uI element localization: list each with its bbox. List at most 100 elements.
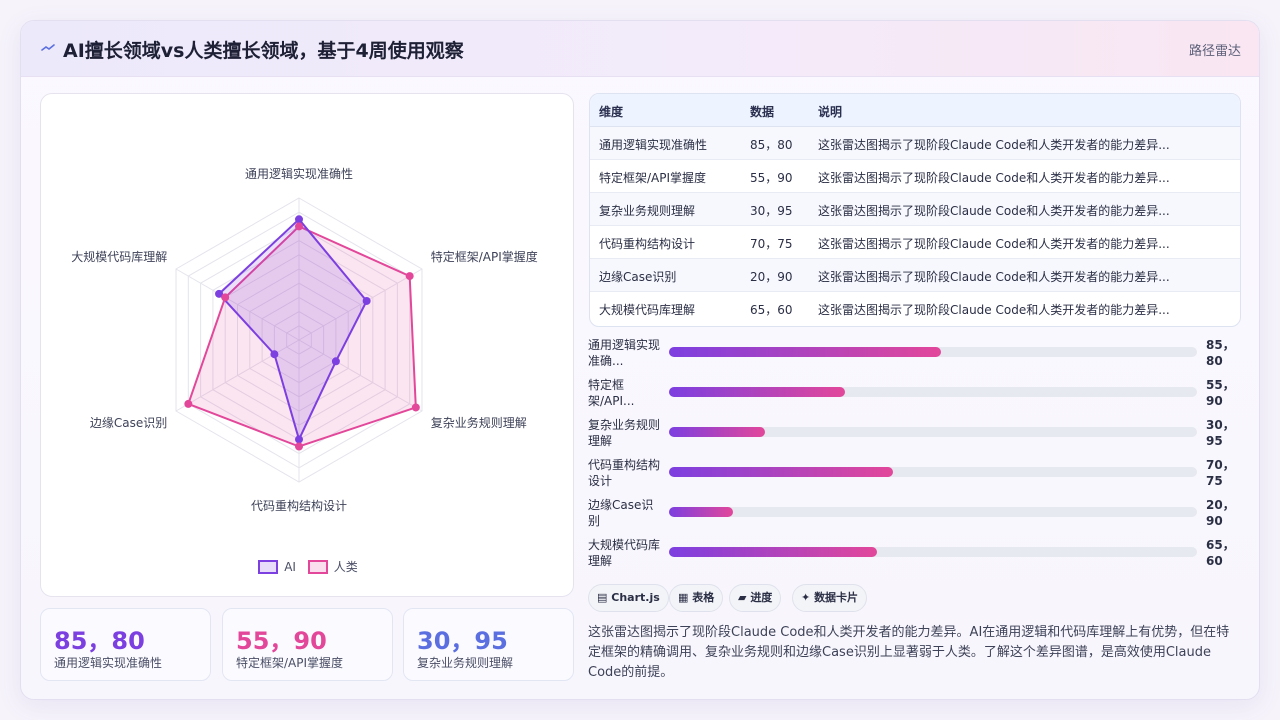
legend-item-ai[interactable]: AI (258, 559, 296, 574)
table-cell: 55，90 (750, 171, 793, 185)
radar-axis-label: 特定框架/API掌握度 (431, 249, 538, 264)
summary-text: 这张雷达图揭示了现阶段Claude Code和人类开发者的能力差异。AI在通用逻… (588, 625, 1230, 680)
progress-track (669, 507, 1197, 517)
table-cell: 这张雷达图揭示了现阶段Claude Code和人类开发者的能力差异... (818, 204, 1170, 218)
progress-track (669, 347, 1197, 357)
radar-point (184, 399, 193, 408)
table-cell: 通用逻辑实现准确性 (599, 138, 708, 152)
table-cell: 这张雷达图揭示了现阶段Claude Code和人类开发者的能力差异... (818, 138, 1170, 152)
progress-label: 通用逻辑实现准确... (588, 338, 661, 368)
stat-label: 通用逻辑实现准确性 (54, 656, 163, 670)
legend-label-ai: AI (284, 559, 296, 574)
table-cell: 这张雷达图揭示了现阶段Claude Code和人类开发者的能力差异... (818, 303, 1170, 317)
progress-fill (669, 507, 733, 517)
stat-label: 特定框架/API掌握度 (236, 656, 344, 670)
radar-point (270, 350, 279, 359)
table-cell: 大规模代码库理解 (599, 303, 696, 317)
radar-axis-label: 大规模代码库理解 (71, 249, 167, 264)
radar-axis-label: 边缘Case识别 (90, 416, 167, 430)
progress-fill (669, 547, 878, 557)
table-row[interactable]: 边缘Case识别 20，90 这张雷达图揭示了现阶段Claude Code和人类开发… (590, 259, 1240, 292)
progress-label: 大规模代码库理解 (588, 538, 661, 568)
chip-label: 进度 (750, 591, 773, 604)
progress-row: 大规模代码库理解 65，60 (588, 537, 1248, 577)
column-header: 维度 (599, 105, 624, 119)
radar-chart: 通用逻辑实现准确性特定框架/API掌握度复杂业务规则理解代码重构结构设计 边缘Ca… (71, 166, 538, 513)
table-cell: 代码重构结构设计 (599, 237, 696, 251)
progress-value: 20，90 (1206, 498, 1235, 528)
chip-card[interactable]: ✦ 数据卡片 (792, 584, 868, 612)
data-table: 维度 数据 说明 通用逻辑实现准确性 85，80 这张雷达图揭示了现阶段Claude… (589, 93, 1241, 327)
legend-swatch-ai (258, 559, 279, 574)
table-cell: 65，60 (750, 303, 793, 317)
sparkle-icon (41, 44, 55, 51)
stat-card: 30，95 复杂业务规则理解 (403, 608, 574, 681)
chip-label: 表格 (692, 591, 715, 604)
radar-axis-label: 代码重构结构设计 (251, 498, 347, 513)
progress-fill (669, 387, 845, 397)
progress-track (669, 427, 1197, 437)
page-title: AI擅长领域vs人类擅长领域，基于4周使用观察 (63, 40, 464, 62)
radar-point (295, 215, 303, 224)
legend-item-human[interactable]: 人类 (307, 558, 358, 575)
table-row[interactable]: 大规模代码库理解 65，60 这张雷达图揭示了现阶段Claude Code和人类开发… (590, 292, 1240, 325)
column-header: 说明 (818, 105, 843, 119)
stat-card: 85，80 通用逻辑实现准确性 (40, 608, 211, 681)
legend-swatch-human (307, 559, 328, 574)
progress-row: 特定框架/API... 55，90 (588, 377, 1248, 417)
progress-label: 边缘Case识别 (588, 498, 654, 528)
progress-value: 55，90 (1206, 378, 1235, 408)
chip-progress[interactable]: ▰ 进度 (729, 584, 782, 612)
table-cell: 30，95 (750, 204, 793, 218)
column-header: 数据 (750, 105, 775, 119)
progress-value: 85，80 (1206, 338, 1235, 368)
dashboard-card: AI擅长领域vs人类擅长领域，基于4周使用观察 路径雷达 通用逻辑实现准确性 特定… (20, 20, 1260, 700)
table-cell: 85，80 (750, 138, 793, 152)
legend-label-human: 人类 (333, 560, 358, 574)
radar-point (295, 442, 303, 451)
table-cell: 边缘Case识别 (599, 270, 677, 284)
stat-value: 55，90 (236, 627, 327, 655)
radar-point (221, 293, 230, 302)
progress-fill (669, 347, 941, 357)
table-cell: 70，75 (750, 237, 793, 251)
header-bar: AI擅长领域vs人类擅长领域，基于4周使用观察 路径雷达 (21, 21, 1259, 77)
progress-track (669, 387, 1197, 397)
radar-point (331, 357, 340, 366)
progress-row: 边缘Case识别 20，90 (588, 497, 1248, 537)
table-row[interactable]: 复杂业务规则理解 30，95 这张雷达图揭示了现阶段Claude Code和人类开发… (590, 193, 1240, 226)
table-body: 通用逻辑实现准确性 85，80 这张雷达图揭示了现阶段Claude Code和人类开… (590, 127, 1240, 325)
table-cell: 复杂业务规则理解 (599, 204, 696, 218)
table-icon: ▦ (678, 591, 689, 604)
stat-card: 55，90 特定框架/API掌握度 (222, 608, 393, 681)
view-tag[interactable]: 路径雷达 (1189, 40, 1241, 59)
radar-chart-panel: 通用逻辑实现准确性 特定框架/API掌握度 复杂业务规则理解 代码重构结构设计 边缘Ca… (40, 93, 574, 597)
progress-label: 复杂业务规则理解 (588, 418, 661, 448)
table-row[interactable]: 代码重构结构设计 70，75 这张雷达图揭示了现阶段Claude Code和人类开发… (590, 226, 1240, 259)
table-cell: 特定框架/API掌握度 (599, 171, 707, 185)
chip-chart[interactable]: ▤ Chart.js (588, 584, 669, 612)
progress-row: 代码重构结构设计 70，75 (588, 457, 1248, 497)
progress-label: 特定框架/API... (588, 378, 635, 408)
progress-icon: ▰ (738, 591, 747, 604)
table-header: 维度 数据 说明 (590, 94, 1240, 127)
table-cell: 这张雷达图揭示了现阶段Claude Code和人类开发者的能力差异... (818, 171, 1170, 185)
card-icon: ✦ (801, 591, 811, 604)
progress-value: 65，60 (1206, 538, 1235, 568)
radar-axis-label: 复杂业务规则理解 (431, 415, 527, 430)
radar-point (295, 435, 303, 444)
chip-label: 数据卡片 (814, 591, 859, 604)
chip-table[interactable]: ▦ 表格 (669, 584, 724, 612)
progress-row: 复杂业务规则理解 30，95 (588, 417, 1248, 457)
progress-row: 通用逻辑实现准确... 85，80 (588, 337, 1248, 377)
stat-value: 85，80 (54, 627, 145, 655)
table-cell: 20，90 (750, 270, 793, 284)
progress-fill (669, 467, 893, 477)
progress-track (669, 467, 1197, 477)
radar-point (411, 403, 420, 412)
table-row[interactable]: 特定框架/API掌握度 55，90 这张雷达图揭示了现阶段Claude Code和人… (590, 160, 1240, 193)
table-row[interactable]: 通用逻辑实现准确性 85，80 这张雷达图揭示了现阶段Claude Code和人类开… (590, 127, 1240, 160)
chart-legend: AI 人类 (41, 558, 575, 577)
progress-fill (669, 427, 766, 437)
radar-point (362, 296, 371, 305)
